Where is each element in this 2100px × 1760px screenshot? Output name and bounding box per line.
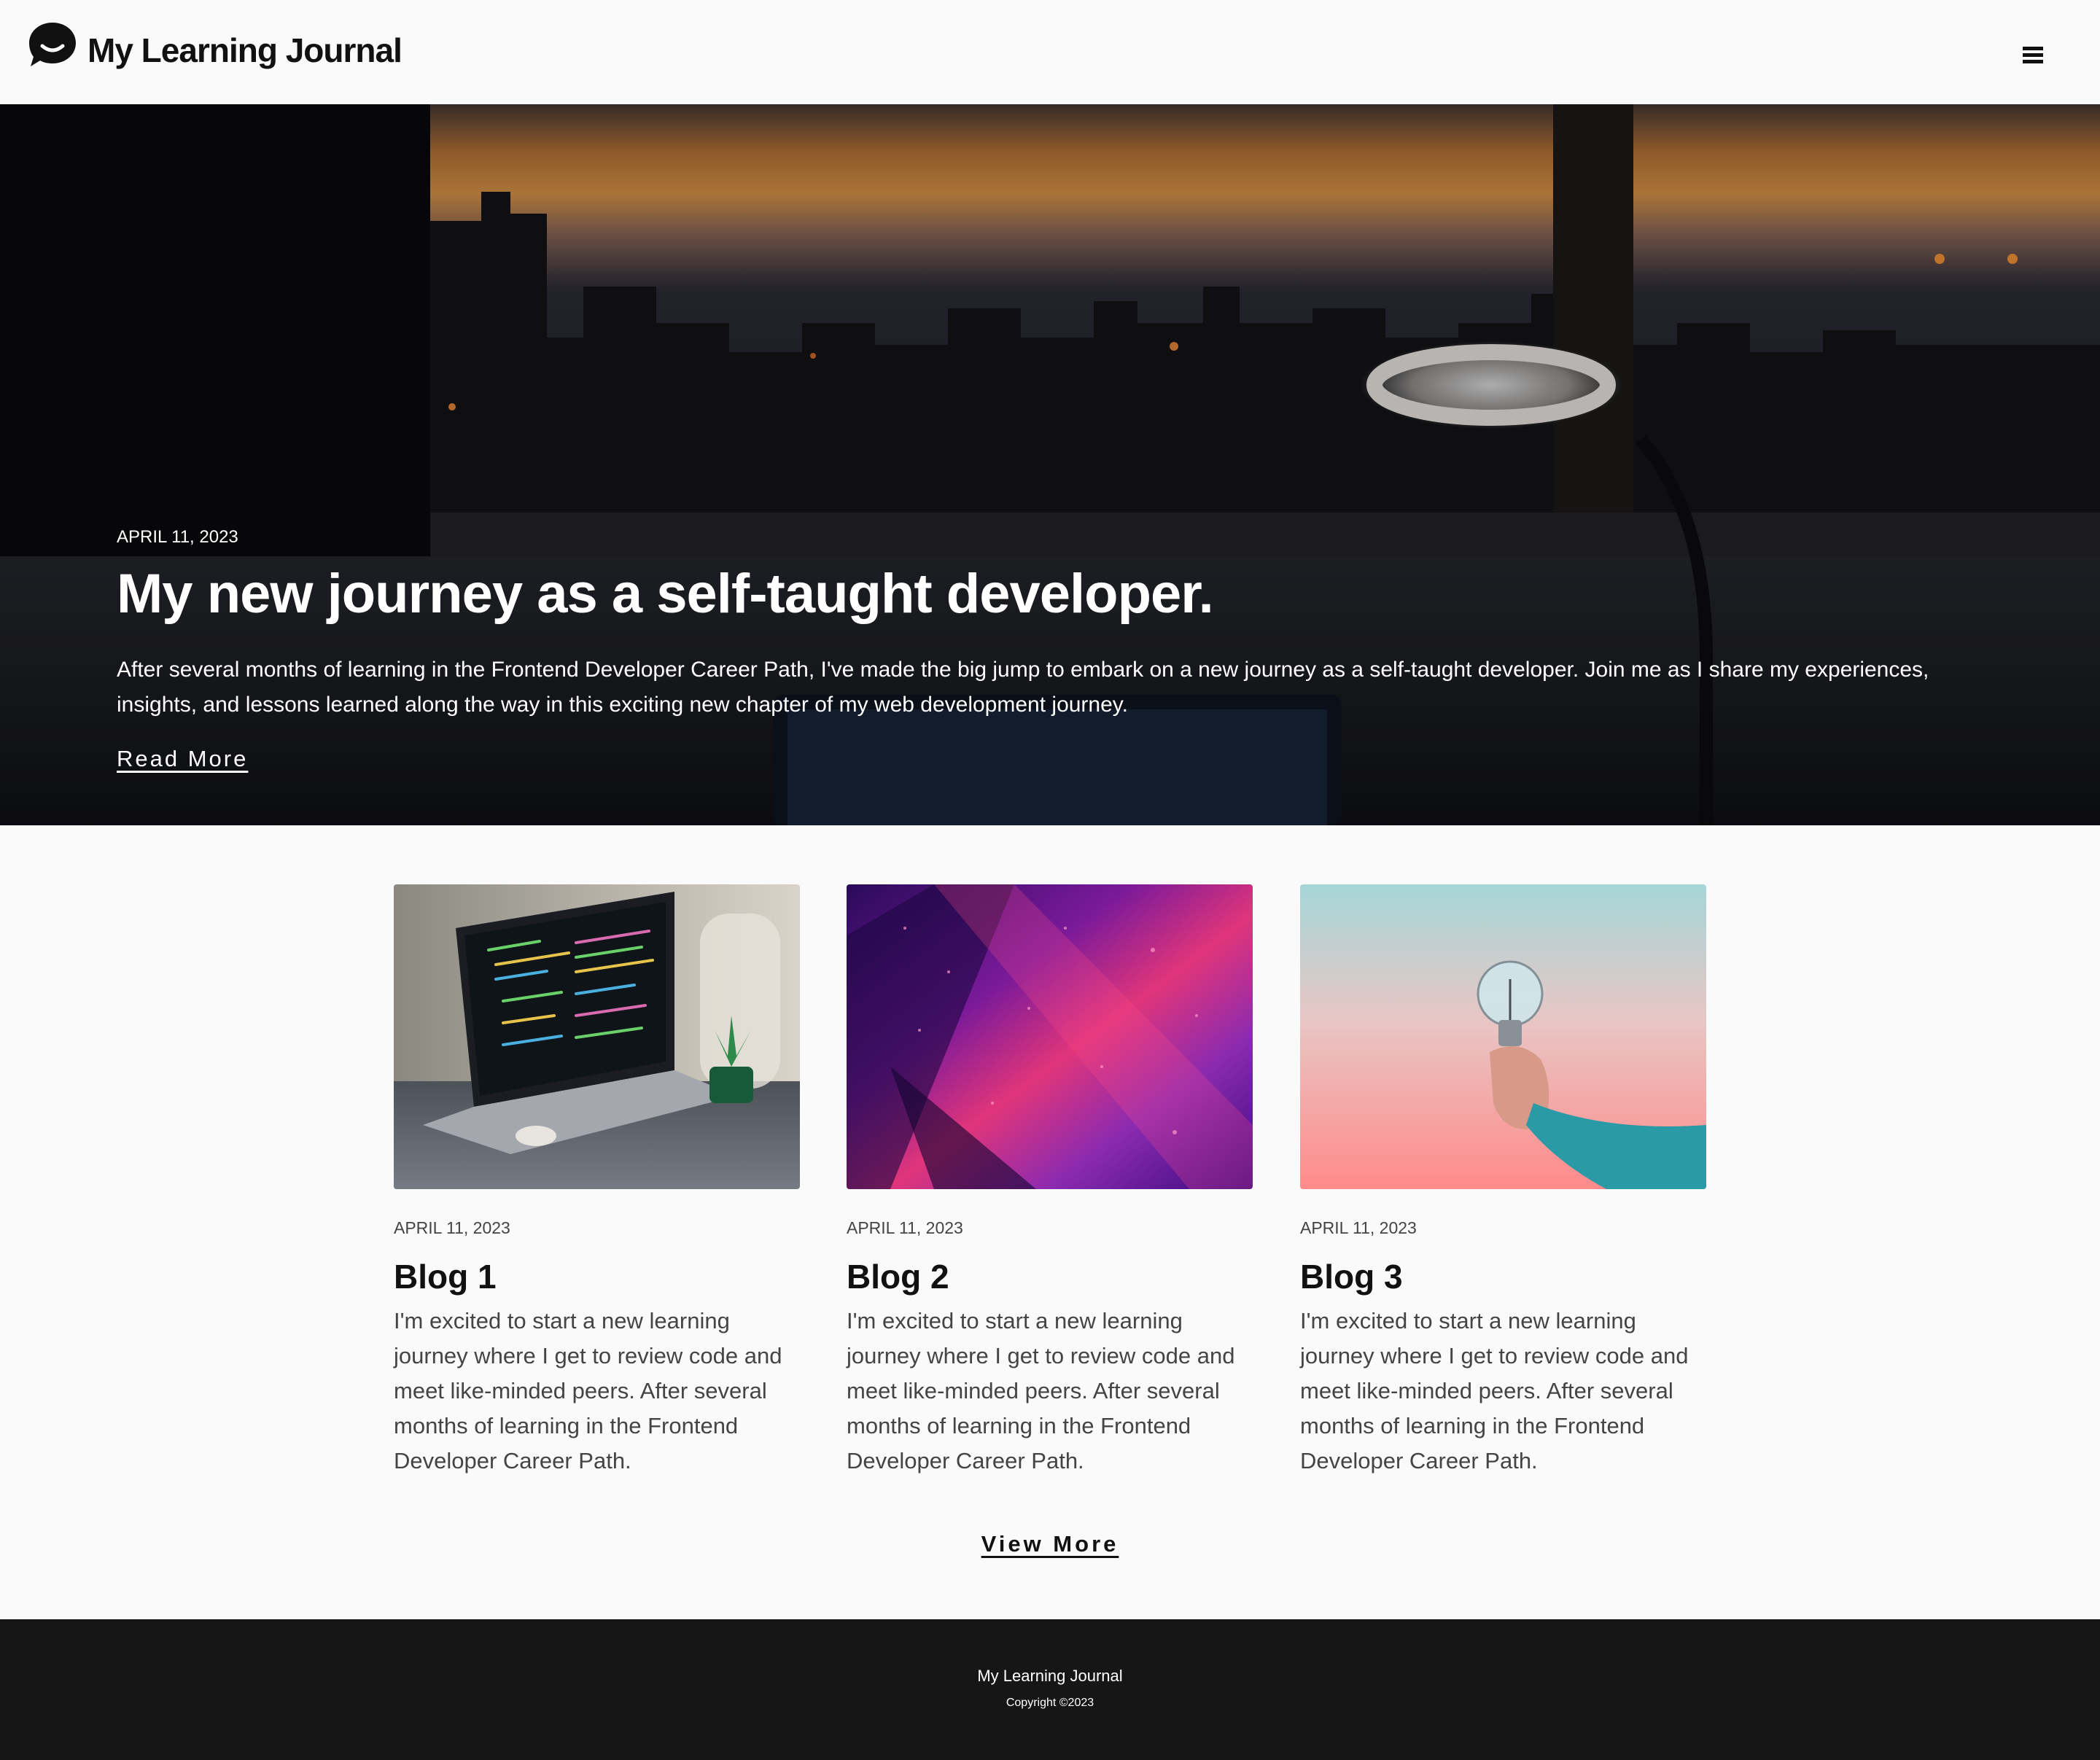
blog-card-3: APRIL 11, 2023 Blog 3 I'm excited to sta… <box>1300 884 1706 1479</box>
site-title[interactable]: My Learning Journal <box>88 34 402 67</box>
blog-3-date: APRIL 11, 2023 <box>1300 1218 1417 1237</box>
hero-excerpt: After several months of learning in the … <box>117 658 1929 717</box>
site-header: My Learning Journal <box>0 0 2100 104</box>
footer-title: My Learning Journal <box>977 1667 1123 1685</box>
site-footer: My Learning Journal Copyright ©2023 <box>0 1619 2100 1760</box>
blog-2-excerpt: I'm excited to start a new learning jour… <box>847 1308 1235 1473</box>
blog-1-date: APRIL 11, 2023 <box>394 1218 510 1237</box>
hero-date: APRIL 11, 2023 <box>117 527 238 547</box>
blog-3-image[interactable] <box>1300 884 1706 1189</box>
blog-2-title[interactable]: Blog 2 <box>847 1260 1253 1293</box>
chat-bubble-smile-icon[interactable] <box>28 21 77 68</box>
blog-1-image[interactable] <box>394 884 800 1189</box>
view-more-row: View More <box>0 1531 2100 1557</box>
blog-card-2: APRIL 11, 2023 Blog 2 I'm excited to sta… <box>847 884 1253 1479</box>
hero-title[interactable]: My new journey as a self-taught develope… <box>117 562 1214 626</box>
read-more-link[interactable]: Read More <box>117 746 248 772</box>
blog-1-excerpt: I'm excited to start a new learning jour… <box>394 1308 782 1473</box>
blog-1-title[interactable]: Blog 1 <box>394 1260 800 1293</box>
blog-3-excerpt: I'm excited to start a new learning jour… <box>1300 1308 1689 1473</box>
blog-card-1: APRIL 11, 2023 Blog 1 I'm excited to sta… <box>394 884 800 1479</box>
blog-3-title[interactable]: Blog 3 <box>1300 1260 1706 1293</box>
blog-2-image[interactable] <box>847 884 1253 1189</box>
hero-section: APRIL 11, 2023 My new journey as a self-… <box>0 104 2100 825</box>
blog-2-date: APRIL 11, 2023 <box>847 1218 963 1237</box>
view-more-link[interactable]: View More <box>981 1531 1119 1557</box>
footer-copyright: Copyright ©2023 <box>1006 1697 1094 1709</box>
hamburger-menu-icon[interactable] <box>2020 42 2049 69</box>
